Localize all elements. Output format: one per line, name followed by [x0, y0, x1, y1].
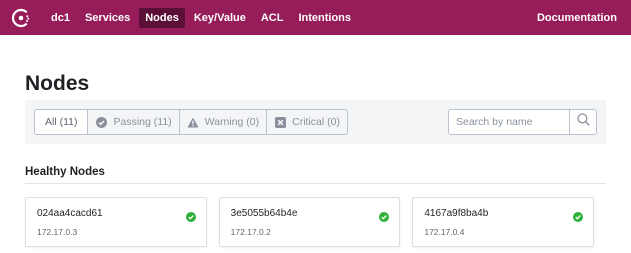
node-card[interactable]: 4167a9f8ba4b 172.17.0.4 — [412, 197, 595, 247]
filter-critical-label: Critical (0) — [292, 116, 340, 128]
nav-item-nodes[interactable]: Nodes — [139, 7, 185, 28]
nav-item-key-value[interactable]: Key/Value — [188, 8, 252, 28]
filter-all-label: All (11) — [45, 116, 78, 128]
healthy-nodes-heading: Healthy Nodes — [25, 166, 606, 184]
node-card[interactable]: 3e5055b64b4e 172.17.0.2 — [218, 197, 401, 247]
node-name: 3e5055b64b4e — [230, 208, 298, 219]
top-navigation-bar: dc1 Services Nodes Key/Value ACL Intenti… — [0, 0, 631, 35]
search-button[interactable] — [570, 109, 597, 135]
check-circle-icon — [95, 116, 107, 128]
documentation-link[interactable]: Documentation — [537, 12, 617, 24]
filter-passing-label: Passing (11) — [113, 116, 172, 128]
node-card[interactable]: 024aa4cacd61 172.17.0.3 — [25, 197, 207, 247]
filter-critical-button[interactable]: Critical (0) — [267, 109, 348, 135]
node-address: 172.17.0.3 — [37, 227, 78, 237]
search-input[interactable] — [448, 109, 570, 135]
page-title: Nodes — [25, 72, 90, 95]
passing-check-icon — [573, 209, 584, 222]
filter-warning-button[interactable]: Warning (0) — [179, 109, 268, 135]
x-square-icon — [274, 116, 286, 128]
main-content: Nodes All (11) Passing (11) Warning (0) — [0, 35, 631, 247]
nav-datacenter[interactable]: dc1 — [45, 8, 76, 28]
filter-bar: All (11) Passing (11) Warning (0) Critic… — [25, 100, 606, 144]
node-name: 4167a9f8ba4b — [424, 208, 489, 219]
filter-all-button[interactable]: All (11) — [34, 109, 89, 135]
consul-logo-icon[interactable] — [11, 8, 31, 28]
node-name: 024aa4cacd61 — [37, 208, 103, 219]
search-icon — [576, 113, 590, 131]
main-nav: dc1 Services Nodes Key/Value ACL Intenti… — [45, 7, 360, 28]
nav-item-services[interactable]: Services — [79, 8, 136, 28]
warning-triangle-icon — [187, 116, 199, 128]
filter-passing-button[interactable]: Passing (11) — [88, 109, 180, 135]
node-card-list: 024aa4cacd61 172.17.0.3 3e5055b64b4e 172… — [25, 197, 606, 247]
node-address: 172.17.0.2 — [230, 227, 271, 237]
passing-check-icon — [185, 209, 196, 222]
search-box — [448, 109, 597, 135]
nav-item-intentions[interactable]: Intentions — [292, 8, 357, 28]
node-address: 172.17.0.4 — [424, 227, 465, 237]
filter-warning-label: Warning (0) — [204, 116, 260, 128]
health-filter-group: All (11) Passing (11) Warning (0) Critic… — [34, 109, 348, 135]
passing-check-icon — [379, 209, 390, 222]
nav-item-acl[interactable]: ACL — [255, 8, 290, 28]
